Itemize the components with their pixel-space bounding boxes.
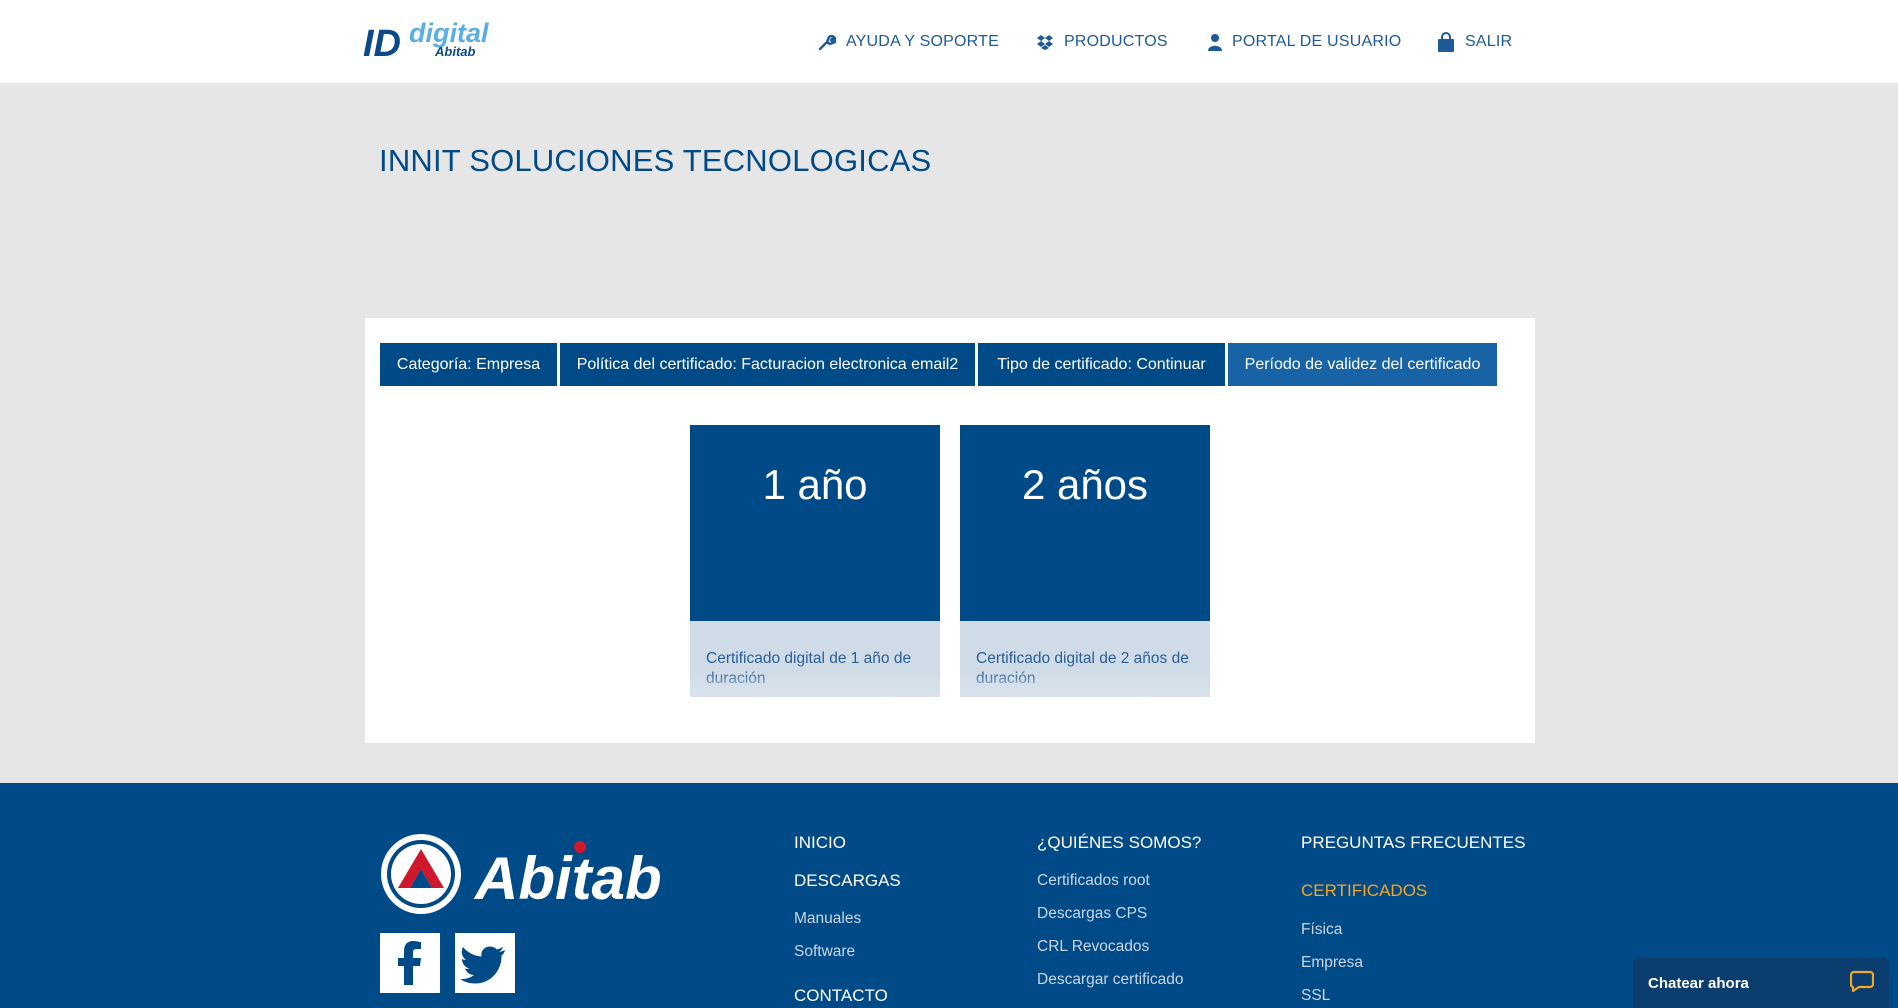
site-footer: Abitab INICIO DESCARGAS Manuales Softwar… bbox=[0, 783, 1898, 1008]
footer-quienes-somos-link[interactable]: ¿QUIÉNES SOMOS? bbox=[1037, 833, 1201, 853]
nav-productos[interactable]: PRODUCTOS bbox=[1036, 30, 1168, 54]
step-categoria[interactable]: Categoría: Empresa bbox=[380, 343, 557, 386]
twitter-link[interactable] bbox=[455, 933, 515, 993]
svg-text:Abitab: Abitab bbox=[473, 845, 662, 912]
nav-salir[interactable]: SALIR bbox=[1437, 30, 1512, 54]
footer-crl-revocados-link[interactable]: CRL Revocados bbox=[1037, 938, 1149, 956]
dropbox-icon bbox=[1036, 34, 1054, 50]
option-card-1-ano[interactable]: 1 año Certificado digital de 1 año de du… bbox=[690, 425, 940, 697]
certificate-wizard-panel: Categoría: Empresa Política del certific… bbox=[365, 318, 1535, 743]
footer-contacto-link[interactable]: CONTACTO bbox=[794, 986, 888, 1006]
option-title: 2 años bbox=[1021, 461, 1149, 508]
footer-empresa-link[interactable]: Empresa bbox=[1301, 954, 1363, 972]
abitab-logo[interactable]: Abitab bbox=[380, 833, 695, 915]
footer-fisica-link[interactable]: Física bbox=[1301, 921, 1342, 939]
option-card-header: 1 año bbox=[690, 425, 940, 621]
option-card-2-anos[interactable]: 2 años Certificado digital de 2 años de … bbox=[960, 425, 1210, 697]
user-icon bbox=[1208, 33, 1222, 51]
footer-software-link[interactable]: Software bbox=[794, 943, 855, 961]
nav-productos-label: PRODUCTOS bbox=[1064, 33, 1168, 50]
lock-bag-icon bbox=[1437, 32, 1455, 52]
svg-text:Abitab: Abitab bbox=[434, 44, 476, 59]
footer-descargar-certificado-link[interactable]: Descargar certificado bbox=[1037, 971, 1183, 989]
footer-certificados-heading[interactable]: CERTIFICADOS bbox=[1301, 881, 1427, 901]
page-title: INNIT SOLUCIONES TECNOLOGICAS bbox=[379, 143, 932, 178]
footer-manuales-link[interactable]: Manuales bbox=[794, 910, 861, 928]
footer-inicio-link[interactable]: INICIO bbox=[794, 833, 846, 853]
option-description: Certificado digital de 2 años de duració… bbox=[960, 621, 1210, 697]
footer-ssl-link[interactable]: SSL bbox=[1301, 987, 1330, 1005]
facebook-link[interactable] bbox=[380, 933, 440, 993]
step-periodo-validez[interactable]: Período de validez del certificado bbox=[1228, 343, 1497, 386]
twitter-icon bbox=[455, 946, 515, 997]
id-digital-logo[interactable]: ID digital Abitab bbox=[363, 18, 499, 65]
chat-widget-button[interactable]: Chatear ahora bbox=[1633, 958, 1889, 1008]
svg-text:ID: ID bbox=[363, 23, 401, 62]
nav-portal-usuario[interactable]: PORTAL DE USUARIO bbox=[1208, 30, 1401, 54]
option-description: Certificado digital de 1 año de duración bbox=[690, 621, 940, 697]
footer-descargas-cps-link[interactable]: Descargas CPS bbox=[1037, 905, 1147, 923]
step-politica[interactable]: Política del certificado: Facturacion el… bbox=[560, 343, 975, 386]
nav-salir-label: SALIR bbox=[1465, 33, 1513, 50]
footer-certificados-root-link[interactable]: Certificados root bbox=[1037, 872, 1150, 890]
nav-ayuda-soporte[interactable]: AYUDA Y SOPORTE bbox=[818, 30, 999, 54]
nav-portal-label: PORTAL DE USUARIO bbox=[1232, 33, 1402, 50]
site-header: ID digital Abitab AYUDA Y SOPORTE PRODUC… bbox=[0, 0, 1898, 83]
footer-descargas-link[interactable]: DESCARGAS bbox=[794, 871, 901, 891]
facebook-icon bbox=[380, 941, 440, 997]
wrench-icon bbox=[818, 33, 836, 51]
chat-label: Chatear ahora bbox=[1648, 974, 1749, 992]
option-card-header: 2 años bbox=[960, 425, 1210, 621]
nav-ayuda-label: AYUDA Y SOPORTE bbox=[846, 33, 999, 50]
chat-bubble-icon bbox=[1849, 970, 1875, 997]
step-tipo[interactable]: Tipo de certificado: Continuar bbox=[978, 343, 1225, 386]
option-title: 1 año bbox=[762, 461, 868, 508]
footer-preguntas-frecuentes-link[interactable]: PREGUNTAS FRECUENTES bbox=[1301, 833, 1526, 853]
